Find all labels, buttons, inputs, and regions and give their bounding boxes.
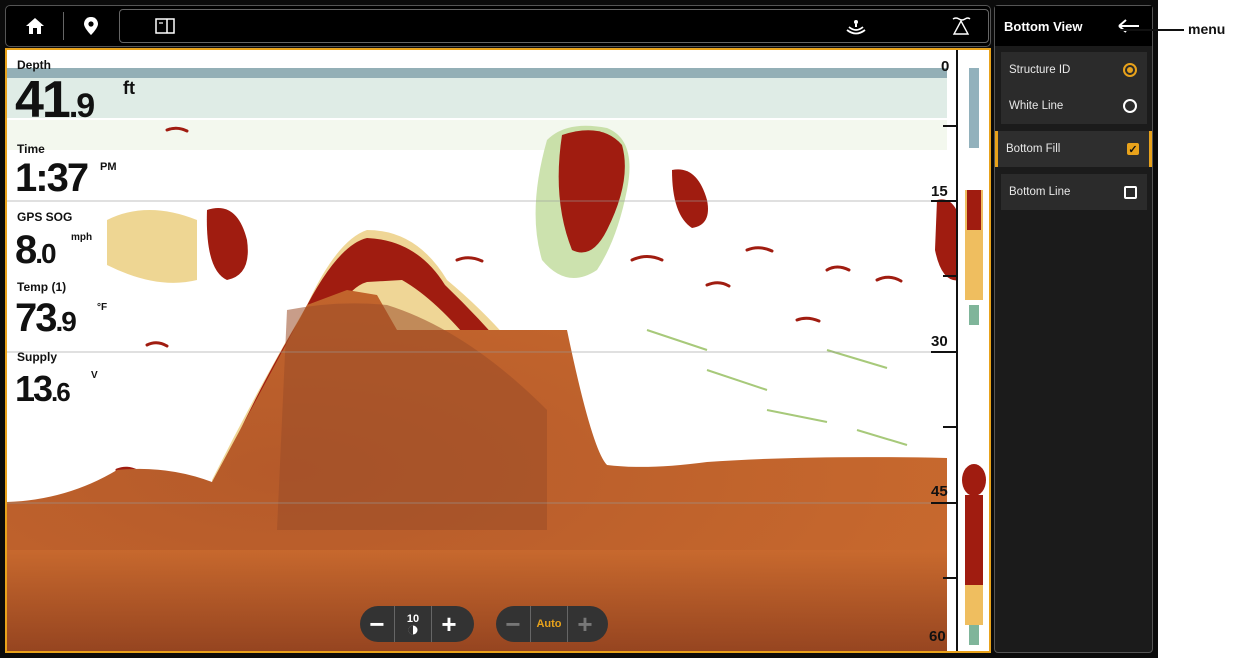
menu-item-label: Bottom Fill bbox=[1006, 143, 1061, 155]
home-button[interactable] bbox=[10, 6, 60, 46]
temp-unit: °F bbox=[97, 302, 108, 313]
sensitivity-increase-button[interactable]: + bbox=[432, 606, 466, 642]
depth-scale-label: 15 bbox=[931, 183, 948, 200]
map-pin-icon bbox=[84, 17, 98, 35]
supply-unit: V bbox=[91, 370, 98, 381]
callout-label: menu bbox=[1188, 21, 1226, 37]
supply-value: 13.6 bbox=[15, 368, 71, 409]
callout-line bbox=[1120, 29, 1184, 31]
depth-scale-label: 0 bbox=[941, 58, 950, 75]
bottom-view-menu: Bottom View Structure ID White Line Bott… bbox=[994, 5, 1153, 653]
checkbox-checked-icon: ✓ bbox=[1127, 143, 1139, 156]
time-value: 1:37 bbox=[15, 156, 89, 200]
split-view-icon bbox=[155, 18, 175, 34]
time-unit: PM bbox=[100, 161, 117, 173]
sensitivity-decrease-button[interactable]: − bbox=[360, 606, 394, 642]
range-control: − Auto + bbox=[496, 606, 608, 642]
depth-scale-label: 45 bbox=[931, 483, 948, 500]
checkbox-unchecked-icon bbox=[1124, 185, 1137, 199]
transducer-icon bbox=[952, 17, 971, 35]
menu-item-label: White Line bbox=[1009, 100, 1064, 112]
back-arrow-icon[interactable] bbox=[1117, 18, 1141, 34]
temp-value: 73.9 bbox=[15, 296, 77, 340]
top-toolbar bbox=[5, 5, 991, 47]
supply-label: Supply bbox=[17, 350, 58, 364]
depth-scale-label: 60 bbox=[929, 628, 946, 645]
menu-header: Bottom View bbox=[995, 6, 1152, 46]
view-toolbar-group bbox=[119, 9, 989, 43]
sensitivity-control: − 10 + bbox=[360, 606, 474, 642]
sonar-view[interactable]: Depth 41.9 ft Time 1:37 PM GPS SOG 8.0 m… bbox=[5, 48, 991, 653]
temp-label: Temp (1) bbox=[17, 280, 67, 294]
menu-item-label: Structure ID bbox=[1009, 64, 1071, 76]
sonar-signal-icon bbox=[846, 20, 866, 35]
gps-sog-label: GPS SOG bbox=[17, 210, 73, 224]
range-increase-button[interactable]: + bbox=[568, 606, 602, 642]
menu-item-bottom-fill[interactable]: Bottom Fill ✓ bbox=[995, 131, 1152, 167]
radio-unselected-icon bbox=[1123, 99, 1137, 113]
menu-item-label: Bottom Line bbox=[1009, 186, 1071, 198]
depth-scale-label: 30 bbox=[931, 333, 948, 350]
home-icon bbox=[26, 18, 44, 34]
range-value: Auto bbox=[530, 606, 568, 642]
sonar-display-device: Depth 41.9 ft Time 1:37 PM GPS SOG 8.0 m… bbox=[0, 0, 1158, 658]
gps-sog-value: 8.0 bbox=[15, 228, 57, 272]
contrast-icon bbox=[408, 625, 418, 635]
sonar-button[interactable] bbox=[838, 10, 874, 42]
menu-item-white-line[interactable]: White Line bbox=[1001, 88, 1147, 124]
transducer-button[interactable] bbox=[946, 10, 976, 42]
menu-item-bottom-line[interactable]: Bottom Line bbox=[1001, 174, 1147, 210]
waypoint-button[interactable] bbox=[66, 6, 116, 46]
sensitivity-value: 10 bbox=[394, 606, 432, 642]
menu-item-structure-id[interactable]: Structure ID bbox=[1001, 52, 1147, 88]
gps-sog-unit: mph bbox=[71, 232, 93, 243]
menu-title: Bottom View bbox=[1004, 18, 1083, 34]
range-decrease-button[interactable]: − bbox=[496, 606, 530, 642]
radio-selected-icon bbox=[1123, 63, 1137, 77]
depth-unit: ft bbox=[123, 78, 135, 98]
view-button[interactable] bbox=[150, 10, 180, 42]
time-label: Time bbox=[17, 142, 45, 156]
depth-value: 41.9 bbox=[15, 71, 95, 129]
sonar-returns-image bbox=[7, 50, 989, 651]
